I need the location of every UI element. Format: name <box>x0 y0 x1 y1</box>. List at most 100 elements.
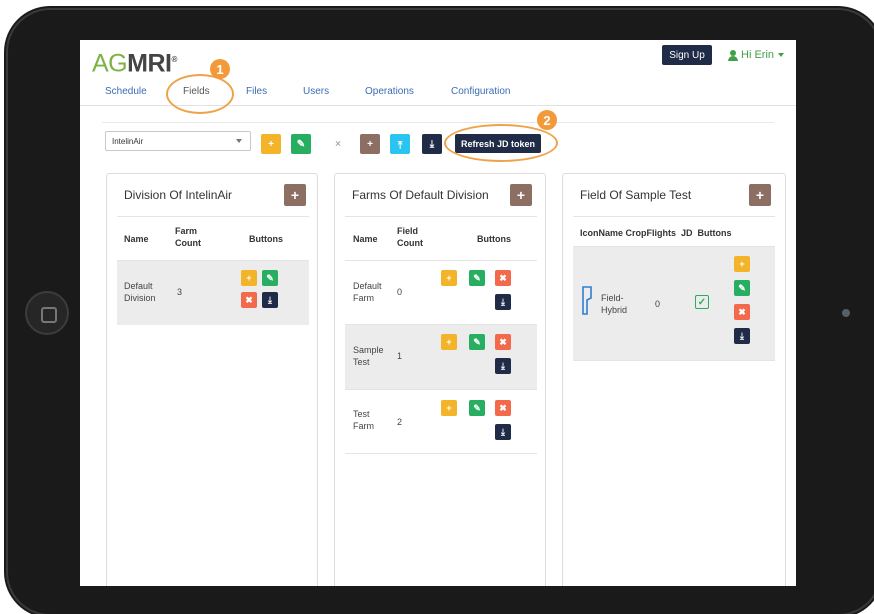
edit-button[interactable]: ✎ <box>734 280 750 296</box>
assign-user-button[interactable]: + <box>441 334 457 350</box>
delete-button[interactable]: ✖ <box>495 270 511 286</box>
column-header-farm: Farm <box>175 226 198 236</box>
farms-panel-title: Farms Of Default Division <box>352 188 489 202</box>
tab-users[interactable]: Users <box>303 86 329 97</box>
download-button[interactable]: ⤓ <box>262 292 278 308</box>
add-field-button[interactable]: + <box>749 184 771 206</box>
field-boundary-icon <box>582 286 592 315</box>
organization-select-value: IntelinAir <box>112 136 144 146</box>
close-icon: ✖ <box>738 306 746 317</box>
download-button[interactable]: ⤓ <box>495 294 511 310</box>
field-count: 2 <box>397 417 403 427</box>
column-header-name: Name <box>353 234 378 244</box>
download-icon: ⤓ <box>268 294 272 305</box>
add-user-icon: + <box>739 259 745 269</box>
delete-button-disabled[interactable]: × <box>328 134 348 154</box>
column-header-buttons: Buttons <box>477 234 511 244</box>
download-button[interactable]: ⤓ <box>495 424 511 440</box>
add-farm-button[interactable]: + <box>510 184 532 206</box>
add-button[interactable]: + <box>360 134 380 154</box>
delete-button[interactable]: ✖ <box>241 292 257 308</box>
divisions-panel-title: Division Of IntelinAir <box>124 188 233 202</box>
plus-icon: + <box>516 187 526 203</box>
download-icon: ⤓ <box>740 330 744 341</box>
download-button[interactable]: ⤓ <box>734 328 750 344</box>
tab-schedule[interactable]: Schedule <box>105 86 147 97</box>
divider <box>345 453 537 454</box>
download-button[interactable]: ⤓ <box>422 134 442 154</box>
fields-panel-title: Field Of Sample Test <box>580 188 692 202</box>
download-button[interactable]: ⤓ <box>495 358 511 374</box>
tab-files[interactable]: Files <box>246 86 267 97</box>
close-icon: ✖ <box>499 402 507 413</box>
logo-reg: ® <box>171 55 177 64</box>
delete-button[interactable]: ✖ <box>495 334 511 350</box>
farm-name-line2: Farm <box>353 293 374 303</box>
assign-user-button[interactable]: + <box>441 270 457 286</box>
annotation-oval-refresh <box>444 124 558 162</box>
farm-name-line1: Sample <box>353 345 384 355</box>
download-icon: ⤓ <box>501 426 505 437</box>
edit-button[interactable]: ✎ <box>469 400 485 416</box>
add-user-icon: + <box>446 403 452 413</box>
add-user-button[interactable]: + <box>261 134 281 154</box>
agmri-logo[interactable]: AGMRI® <box>92 45 177 78</box>
app-screen: AGMRI® Sign Up Hi Erin Schedule Fields F… <box>80 40 796 586</box>
assign-user-button[interactable]: + <box>441 400 457 416</box>
jd-checkbox[interactable]: ✓ <box>695 295 709 309</box>
select-caret-icon <box>236 139 242 143</box>
assign-user-button[interactable]: + <box>734 256 750 272</box>
divider <box>345 260 537 261</box>
pencil-icon: ✎ <box>473 272 481 283</box>
column-header-count: Count <box>397 238 423 248</box>
camera-dot <box>842 309 850 317</box>
check-icon: ✓ <box>697 296 707 308</box>
divider <box>573 216 775 217</box>
field-count: 1 <box>397 351 403 361</box>
column-header-name: Name <box>124 234 149 244</box>
pencil-icon: ✎ <box>473 402 481 413</box>
field-name-line2: Hybrid <box>601 305 628 315</box>
plus-icon: + <box>367 138 373 150</box>
assign-user-button[interactable]: + <box>241 270 257 286</box>
upload-button[interactable]: ⤓ <box>390 134 410 154</box>
farm-name-line2: Farm <box>353 421 374 431</box>
fields-panel: Field Of Sample Test + IconName CropFlig… <box>562 173 786 586</box>
edit-button[interactable]: ✎ <box>291 134 311 154</box>
plus-icon: + <box>755 187 765 203</box>
toolbar-divider <box>102 122 774 123</box>
tab-configuration[interactable]: Configuration <box>451 86 510 97</box>
farm-name-line1: Default <box>353 281 382 291</box>
user-menu[interactable]: Hi Erin <box>728 46 785 64</box>
farms-panel: Farms Of Default Division + Name Field C… <box>334 173 546 586</box>
delete-button[interactable]: ✖ <box>734 304 750 320</box>
add-division-button[interactable]: + <box>284 184 306 206</box>
edit-button[interactable]: ✎ <box>262 270 278 286</box>
divider <box>345 216 537 217</box>
plus-icon: + <box>290 187 300 203</box>
divider <box>573 360 775 361</box>
annotation-badge-2: 2 <box>537 110 557 130</box>
division-name-line2: Division <box>124 293 156 303</box>
download-icon: ⤓ <box>429 138 435 150</box>
upload-icon: ⤓ <box>397 138 403 150</box>
delete-button[interactable]: ✖ <box>495 400 511 416</box>
column-headers: IconName CropFlights JD Buttons <box>580 228 732 238</box>
home-button <box>25 291 69 335</box>
add-user-icon: + <box>246 273 252 283</box>
close-icon: ✖ <box>499 336 507 347</box>
farm-name-line2: Test <box>353 357 370 367</box>
division-name-line1: Default <box>124 281 153 291</box>
field-count: 0 <box>397 287 403 297</box>
add-user-icon: + <box>268 138 274 150</box>
close-icon: ✖ <box>499 272 507 283</box>
organization-select[interactable]: IntelinAir <box>105 131 251 151</box>
edit-button[interactable]: ✎ <box>469 270 485 286</box>
sign-up-button[interactable]: Sign Up <box>662 45 712 65</box>
annotation-badge-1: 1 <box>210 59 230 79</box>
user-greeting: Hi Erin <box>741 49 775 61</box>
edit-button[interactable]: ✎ <box>469 334 485 350</box>
tab-operations[interactable]: Operations <box>365 86 414 97</box>
column-header-buttons: Buttons <box>249 234 283 244</box>
close-icon: ✖ <box>245 294 253 305</box>
